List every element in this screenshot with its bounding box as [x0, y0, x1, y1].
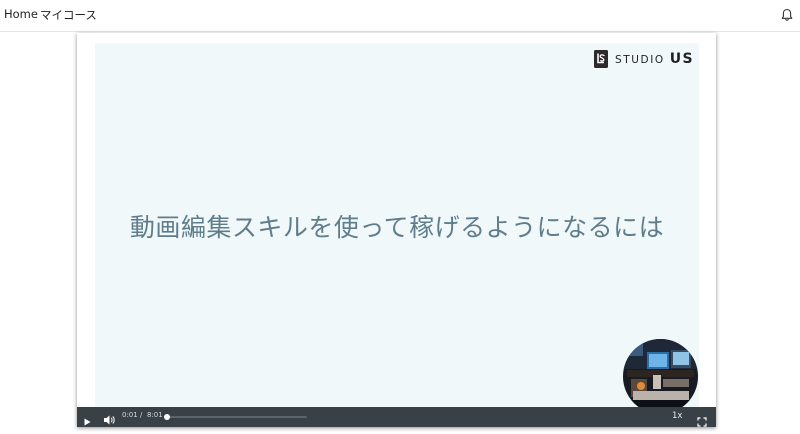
slide-title: 動画編集スキルを使って稼げるようになるには	[129, 213, 665, 242]
progress-handle[interactable]	[164, 414, 171, 420]
nav-mycourse-link[interactable]: マイコース	[40, 7, 97, 23]
play-icon[interactable]	[83, 412, 92, 426]
top-nav-bar: Home マイコース	[0, 0, 800, 32]
time-separator: /	[140, 411, 143, 419]
playback-rate-button[interactable]: 1x	[672, 411, 682, 421]
duration: 8:01	[147, 411, 163, 419]
logo-text: STUDIO US	[615, 51, 694, 67]
player-controls: 0:01 / 8:01 1x	[77, 407, 716, 427]
logo-text-us: US	[669, 51, 694, 67]
video-frame[interactable]: STUDIO US 動画編集スキルを使って稼げるようになるには	[95, 43, 699, 414]
nav-home-link[interactable]: Home	[4, 7, 38, 21]
progress-bar[interactable]	[164, 414, 307, 420]
presenter-thumbnail	[623, 339, 698, 414]
bell-icon[interactable]	[780, 7, 794, 21]
fullscreen-icon[interactable]	[697, 412, 707, 427]
studio-us-logo-icon	[593, 50, 608, 68]
studio-us-logo: STUDIO US	[593, 49, 694, 69]
current-time: 0:01	[122, 411, 138, 419]
video-player[interactable]: STUDIO US 動画編集スキルを使って稼げるようになるには 0:01 / 8…	[77, 33, 716, 427]
volume-icon[interactable]	[103, 411, 116, 425]
logo-text-studio: STUDIO	[614, 54, 665, 66]
